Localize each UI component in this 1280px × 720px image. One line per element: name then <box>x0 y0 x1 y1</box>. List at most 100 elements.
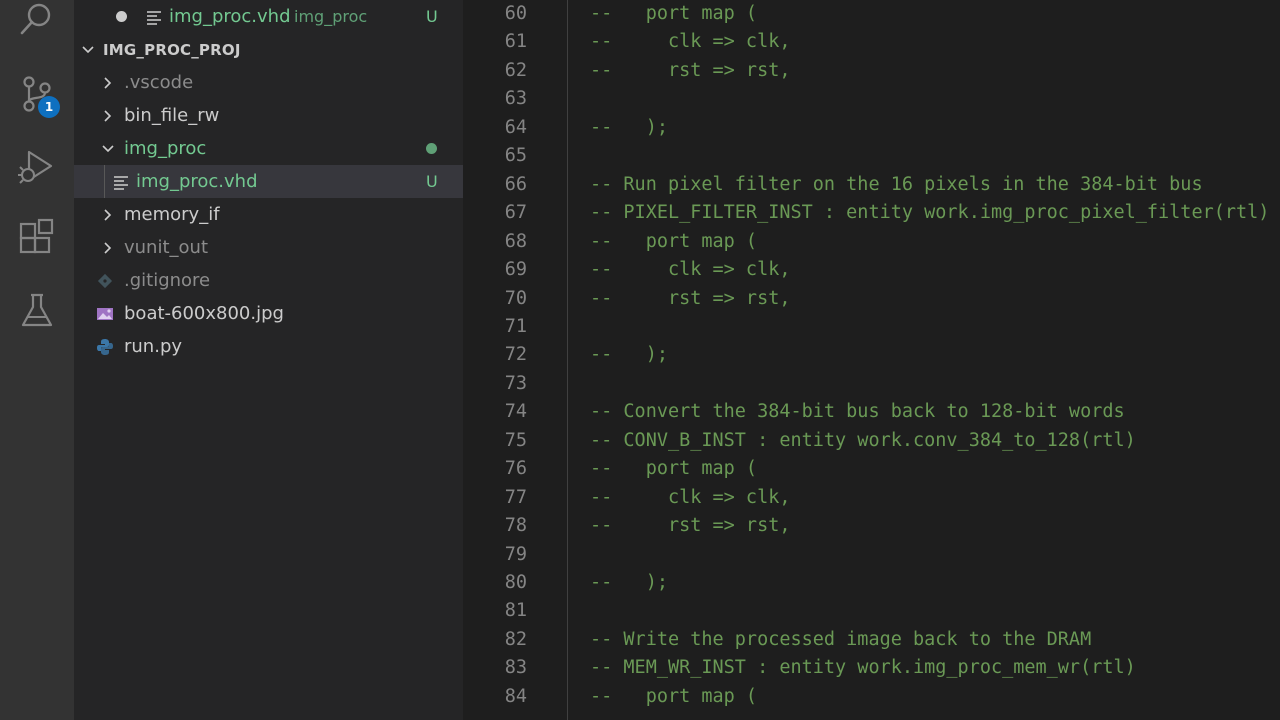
line-text: -- rst => rst, <box>590 287 791 309</box>
open-editor-folder: img_proc <box>294 7 368 26</box>
tree-item-vunit-out[interactable]: vunit_out <box>74 231 463 264</box>
line-number: 76 <box>504 458 527 480</box>
line-number: 81 <box>504 600 527 622</box>
code-line[interactable]: 72 -- ); <box>463 344 1280 372</box>
line-number: 62 <box>504 59 527 81</box>
line-text: -- rst => rst, <box>590 515 791 537</box>
code-line[interactable]: 80 -- ); <box>463 572 1280 600</box>
tree-item-img-proc-vhd[interactable]: img_proc.vhd U <box>74 165 463 198</box>
line-number: 80 <box>504 572 527 593</box>
code-line[interactable]: 67 -- PIXEL_FILTER_INST : entity work.img… <box>463 202 1280 230</box>
code-line[interactable]: 82 -- Write the processed image back to t… <box>463 629 1280 657</box>
line-text: -- clk => clk, <box>590 31 791 53</box>
extensions-icon[interactable] <box>0 210 74 266</box>
line-text: -- clk => clk, <box>590 259 791 281</box>
line-text: -- port map ( <box>590 458 758 480</box>
line-number: 84 <box>504 685 527 707</box>
source-control-icon[interactable]: 1 <box>0 66 74 122</box>
line-number: 70 <box>504 287 527 309</box>
code-line[interactable]: 68 -- port map ( <box>463 231 1280 259</box>
search-icon[interactable] <box>0 0 74 48</box>
code-editor[interactable]: 60 -- port map ( 61 -- clk => clk, 62 -- rst … <box>463 0 1280 720</box>
line-number: 67 <box>504 202 527 224</box>
line-text: -- rst => rst, <box>590 59 791 81</box>
code-line[interactable]: 77 -- clk => clk, <box>463 487 1280 515</box>
code-line[interactable]: 71 <box>463 316 1280 344</box>
chevron-right-icon <box>100 240 116 256</box>
code-line[interactable]: 73 <box>463 373 1280 401</box>
code-line[interactable]: 78 -- rst => rst, <box>463 515 1280 543</box>
open-editor-filename: img_proc.vhd <box>169 6 291 27</box>
line-number: 75 <box>504 429 527 451</box>
code-line[interactable]: 62 -- rst => rst, <box>463 60 1280 88</box>
tree-item-gitignore[interactable]: .gitignore <box>74 264 463 297</box>
chevron-right-icon <box>100 207 116 223</box>
line-text: -- Write the processed image back to the… <box>590 628 1092 650</box>
code-line[interactable]: 84 -- port map ( <box>463 686 1280 714</box>
line-text: -- port map ( <box>590 685 758 707</box>
code-line[interactable]: 65 <box>463 145 1280 173</box>
line-number: 79 <box>504 543 527 565</box>
line-text: -- port map ( <box>590 3 758 24</box>
chevron-down-icon <box>80 42 96 58</box>
code-line[interactable]: 69 -- clk => clk, <box>463 259 1280 287</box>
testing-icon[interactable] <box>0 283 74 339</box>
line-number: 71 <box>504 315 527 337</box>
tree-item-label: vunit_out <box>124 237 209 258</box>
file-lines-icon <box>111 172 131 192</box>
line-number: 68 <box>504 230 527 252</box>
git-diamond-icon <box>95 271 115 291</box>
line-number: 63 <box>504 88 527 110</box>
image-file-icon <box>95 304 115 324</box>
tree-item-img-proc[interactable]: img_proc <box>74 132 463 165</box>
line-number: 72 <box>504 344 527 366</box>
code-line[interactable]: 66 -- Run pixel filter on the 16 pixels i… <box>463 174 1280 202</box>
tree-item-vscode[interactable]: .vscode <box>74 66 463 99</box>
line-number: 69 <box>504 259 527 281</box>
chevron-right-icon <box>100 75 116 91</box>
tree-item-label: run.py <box>124 336 183 357</box>
tree-item-boat-image[interactable]: boat-600x800.jpg <box>74 297 463 330</box>
code-line[interactable]: 74 -- Convert the 384-bit bus back to 128… <box>463 401 1280 429</box>
line-number: 61 <box>504 31 527 53</box>
code-line[interactable]: 70 -- rst => rst, <box>463 288 1280 316</box>
code-line[interactable]: 63 <box>463 88 1280 116</box>
code-line[interactable]: 79 <box>463 544 1280 572</box>
python-icon <box>95 337 115 357</box>
chevron-down-icon <box>100 141 116 157</box>
project-section-header[interactable]: IMG_PROC_PROJ <box>74 34 463 66</box>
code-line[interactable]: 75 -- CONV_B_INST : entity work.conv_384_… <box>463 430 1280 458</box>
code-line[interactable]: 64 -- ); <box>463 117 1280 145</box>
untracked-status: U <box>426 172 438 191</box>
code-line[interactable]: 81 <box>463 600 1280 628</box>
file-lines-icon <box>144 7 164 27</box>
tree-item-bin-file-rw[interactable]: bin_file_rw <box>74 99 463 132</box>
chevron-right-icon <box>100 108 116 124</box>
line-text: -- ); <box>590 116 668 138</box>
line-number: 83 <box>504 657 527 679</box>
line-text: -- PIXEL_FILTER_INST : entity work.img_p… <box>590 202 1270 224</box>
explorer-sidebar: img_proc.vhd img_proc U IMG_PROC_PROJ .v… <box>74 0 463 720</box>
code-line[interactable]: 83 -- MEM_WR_INST : entity work.img_proc_… <box>463 657 1280 685</box>
line-text: -- ); <box>590 344 668 366</box>
tree-item-label: bin_file_rw <box>124 105 220 126</box>
code-line[interactable]: 76 -- port map ( <box>463 458 1280 486</box>
line-text: -- MEM_WR_INST : entity work.img_proc_me… <box>590 657 1136 679</box>
tree-item-run-py[interactable]: run.py <box>74 330 463 363</box>
line-text: -- clk => clk, <box>590 486 791 508</box>
line-number: 77 <box>504 486 527 508</box>
code-line[interactable]: 60 -- port map ( <box>463 3 1280 31</box>
line-number: 82 <box>504 628 527 650</box>
tree-item-label: memory_if <box>124 204 220 225</box>
tree-item-memory-if[interactable]: memory_if <box>74 198 463 231</box>
code-line[interactable]: 61 -- clk => clk, <box>463 31 1280 59</box>
line-text: -- Convert the 384-bit bus back to 128-b… <box>590 401 1125 423</box>
line-text: -- Run pixel filter on the 16 pixels in … <box>590 173 1203 195</box>
line-number: 60 <box>504 3 527 24</box>
indent-guide <box>104 165 105 198</box>
open-editor-item[interactable]: img_proc.vhd img_proc U <box>74 0 463 33</box>
line-number: 74 <box>504 401 527 423</box>
run-debug-icon[interactable] <box>0 138 74 194</box>
project-title: IMG_PROC_PROJ <box>103 41 241 59</box>
tree-item-label: img_proc <box>124 138 207 159</box>
